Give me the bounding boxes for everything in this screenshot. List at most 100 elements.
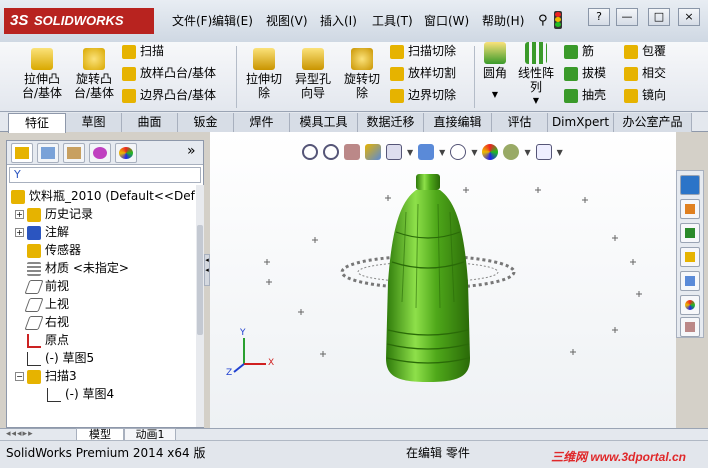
command-manager: 拉伸凸 台/基体 旋转凸 台/基体 扫描 放样凸台/基体 边界凸台/基体 拉伸切… xyxy=(0,42,708,112)
hole-wizard-button[interactable]: 异型孔 向导 xyxy=(290,48,336,100)
sweep-icon xyxy=(122,44,136,59)
boundary-boss-button[interactable]: 边界凸台/基体 xyxy=(122,86,216,104)
shell-label: 抽壳 xyxy=(582,88,607,102)
appearances-icon[interactable] xyxy=(680,295,700,315)
panel-collapse-handle[interactable]: ◂ ◂ xyxy=(204,254,210,286)
sweep-cut-button[interactable]: 扫描切除 xyxy=(390,42,456,60)
extrude-cut-button[interactable]: 拉伸切 除 xyxy=(242,48,286,100)
file-explorer-icon[interactable] xyxy=(680,247,700,267)
tab-surfaces[interactable]: 曲面 xyxy=(122,113,178,132)
bottle-model xyxy=(386,174,470,382)
menu-window[interactable]: 窗口(W) xyxy=(424,12,469,29)
feature-filter[interactable]: Y xyxy=(9,167,201,183)
tab-mold-tools[interactable]: 模具工具 xyxy=(290,113,358,132)
pin-icon[interactable]: ⚲ xyxy=(538,13,548,28)
tab-sheet-metal[interactable]: 钣金 xyxy=(178,113,234,132)
collapse-icon[interactable]: − xyxy=(15,372,24,381)
tree-scrollbar[interactable] xyxy=(196,185,204,427)
tab-direct-editing[interactable]: 直接编辑 xyxy=(424,113,492,132)
tab-features[interactable]: 特征 xyxy=(8,113,66,133)
fillet-button[interactable]: 圆角 ▼ xyxy=(478,42,512,102)
boundary-cut-label: 边界切除 xyxy=(408,88,457,102)
more-tabs-icon[interactable]: » xyxy=(187,143,196,159)
dimxpert-manager-tab-icon[interactable] xyxy=(89,143,111,163)
tab-evaluate[interactable]: 评估 xyxy=(492,113,548,132)
menu-view[interactable]: 视图(V) xyxy=(266,12,308,29)
menu-help[interactable]: 帮助(H) xyxy=(482,12,524,29)
tree-item-right-plane[interactable]: 右视 xyxy=(24,313,69,331)
toolbar-separator xyxy=(474,46,475,108)
tree-item-front-plane[interactable]: 前视 xyxy=(24,277,69,295)
menu-file[interactable]: 文件(F) xyxy=(172,12,212,29)
tree-item-annotations[interactable]: + 注解 xyxy=(15,223,69,241)
close-button[interactable]: × xyxy=(678,8,700,26)
app-version: SolidWorks Premium 2014 x64 版 xyxy=(6,446,206,460)
configuration-manager-tab-icon[interactable] xyxy=(63,143,85,163)
solidworks-resources-icon[interactable] xyxy=(680,175,700,195)
intersect-button[interactable]: 相交 xyxy=(624,64,666,82)
revolve-cut-icon xyxy=(351,48,373,70)
tab-office-products[interactable]: 办公室产品 xyxy=(614,113,692,132)
loft-cut-button[interactable]: 放样切割 xyxy=(390,64,456,82)
menu-tools[interactable]: 工具(T) xyxy=(372,12,413,29)
custom-properties-icon[interactable] xyxy=(680,317,700,337)
wrap-button[interactable]: 包覆 xyxy=(624,42,666,60)
revolve-boss-icon xyxy=(83,48,105,70)
menu-insert[interactable]: 插入(I) xyxy=(320,12,357,29)
rib-button[interactable]: 筋 xyxy=(564,42,594,60)
tab-scroll-arrows-icon[interactable]: ◂◂◂▸▸ xyxy=(6,429,34,439)
mirror-label: 镜向 xyxy=(642,88,667,102)
minimize-button[interactable]: — xyxy=(616,8,638,26)
linear-pattern-dropdown-icon[interactable]: ▼ xyxy=(514,94,558,108)
tree-item-material[interactable]: 材质 <未指定> xyxy=(27,259,129,277)
tree-item-top-plane[interactable]: 上视 xyxy=(24,295,69,313)
expand-icon[interactable]: + xyxy=(15,210,24,219)
restore-button[interactable]: □ xyxy=(648,8,670,26)
tree-item-history[interactable]: + 历史记录 xyxy=(15,205,93,223)
tab-data-migration[interactable]: 数据迁移 xyxy=(358,113,424,132)
tree-root-part[interactable]: 饮料瓶_2010 (Default<<Def xyxy=(11,187,195,205)
tree-item-label: 扫描3 xyxy=(45,369,77,383)
scrollbar-thumb[interactable] xyxy=(197,225,203,335)
loft-boss-button[interactable]: 放样凸台/基体 xyxy=(122,64,216,82)
expand-icon[interactable]: + xyxy=(15,228,24,237)
feature-tree-tab-icon[interactable] xyxy=(11,143,33,163)
mirror-button[interactable]: 镜向 xyxy=(624,86,666,104)
sketch-icon xyxy=(47,387,61,402)
tab-dimxpert[interactable]: DimXpert xyxy=(548,113,614,132)
design-library-icon[interactable] xyxy=(680,223,700,243)
help-button[interactable]: ? xyxy=(588,8,610,26)
traffic-light-icon[interactable] xyxy=(553,11,562,29)
mirror-icon xyxy=(624,88,638,103)
tab-sketch[interactable]: 草图 xyxy=(66,113,122,132)
tree-item-sweep3[interactable]: − 扫描3 xyxy=(15,367,77,385)
plane-icon xyxy=(24,297,44,312)
tree-item-sketch4[interactable]: (-) 草图4 xyxy=(47,385,114,403)
triad-x-label: X xyxy=(268,358,275,368)
home-icon[interactable] xyxy=(680,199,700,219)
revolve-boss-button[interactable]: 旋转凸 台/基体 xyxy=(70,48,118,100)
menu-edit[interactable]: 编辑(E) xyxy=(212,12,253,29)
shell-button[interactable]: 抽壳 xyxy=(564,86,606,104)
property-manager-tab-icon[interactable] xyxy=(37,143,59,163)
display-manager-tab-icon[interactable] xyxy=(115,143,137,163)
triad-z-label: Z xyxy=(226,368,233,378)
tree-item-sketch5[interactable]: (-) 草图5 xyxy=(27,349,94,367)
task-pane-tabs xyxy=(676,170,704,338)
revolve-cut-button[interactable]: 旋转切 除 xyxy=(340,48,384,100)
boundary-cut-button[interactable]: 边界切除 xyxy=(390,86,456,104)
feature-manager-tabs: » xyxy=(7,141,203,165)
linear-pattern-button[interactable]: 线性阵 列 ▼ xyxy=(514,42,558,108)
draft-button[interactable]: 拔模 xyxy=(564,64,606,82)
extrude-boss-button[interactable]: 拉伸凸 台/基体 xyxy=(18,48,66,100)
tab-weldments[interactable]: 焊件 xyxy=(234,113,290,132)
tree-item-origin[interactable]: 原点 xyxy=(27,331,69,349)
sweep-button[interactable]: 扫描 xyxy=(122,42,164,60)
view-palette-icon[interactable] xyxy=(680,271,700,291)
rib-icon xyxy=(564,44,578,59)
solidworks-window: 3S SOLIDWORKS 文件(F) 编辑(E) 视图(V) 插入(I) 工具(… xyxy=(0,0,708,468)
tree-item-sensors[interactable]: 传感器 xyxy=(27,241,81,259)
graphics-area[interactable]: ▼ ▼ ▼ ▼ ▼ Y X Z xyxy=(210,132,676,428)
fillet-dropdown-icon[interactable]: ▼ xyxy=(478,88,512,102)
rib-label: 筋 xyxy=(582,44,595,58)
